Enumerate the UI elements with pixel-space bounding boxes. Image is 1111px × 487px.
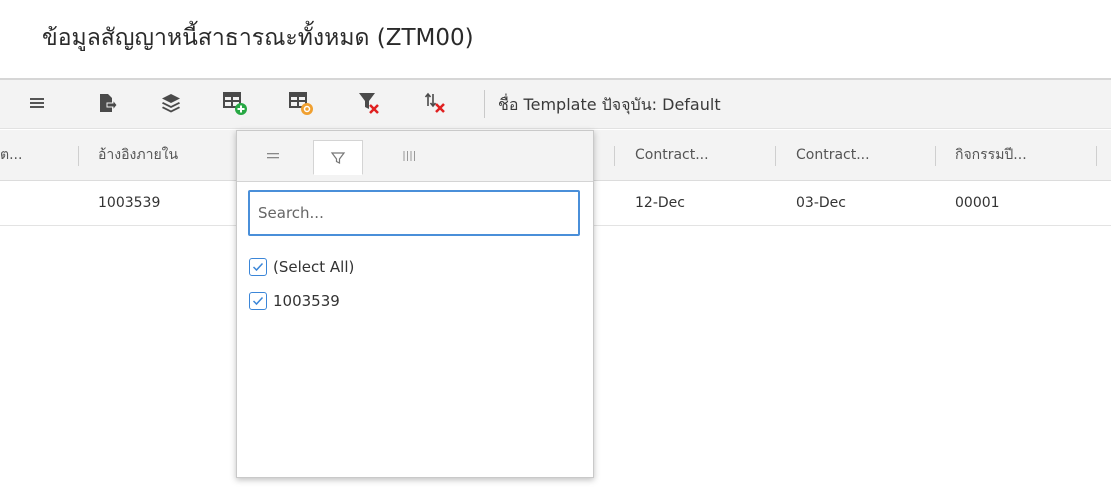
title-bar: ข้อมูลสัญญาหนี้สาธารณะทั้งหมด (ZTM00)	[0, 0, 1111, 72]
table-cell: 12-Dec	[635, 195, 685, 211]
column-separator[interactable]	[1096, 146, 1097, 166]
column-header-label: อ้างอิงภายใน	[98, 147, 179, 163]
columns-icon	[403, 151, 415, 161]
page-title: ข้อมูลสัญญาหนี้สาธารณะทั้งหมด (ZTM00)	[42, 25, 474, 51]
tab-columns[interactable]	[385, 140, 433, 172]
column-header-label: กิจกรรมปี...	[955, 147, 1027, 163]
column-header-contract-1[interactable]: Contract...	[635, 130, 765, 180]
column-header-label: Contract...	[796, 147, 870, 163]
column-header-activity[interactable]: กิจกรรมปี...	[955, 130, 1085, 180]
table-settings-button[interactable]	[286, 88, 316, 118]
table-cell	[0, 181, 60, 225]
clear-filter-button[interactable]	[354, 88, 384, 118]
filter-option-select-all[interactable]: (Select All)	[249, 255, 354, 279]
clear-sort-icon	[424, 92, 445, 113]
checkbox-label: 1003539	[273, 292, 340, 310]
template-label: ชื่อ Template ปัจจุบัน: Default	[498, 95, 721, 114]
clear-sort-button[interactable]	[420, 88, 450, 118]
checkbox-label: (Select All)	[273, 258, 355, 276]
column-header-label: ต...	[0, 147, 23, 163]
column-separator[interactable]	[78, 146, 79, 166]
tab-filter[interactable]	[313, 140, 363, 175]
export-icon	[100, 94, 118, 112]
column-filter-popup: (Select All) 1003539	[236, 130, 594, 478]
table-cell: 1003539	[98, 195, 161, 211]
menu-button[interactable]	[22, 88, 52, 118]
menu-icon	[267, 153, 279, 159]
toolbar: ชื่อ Template ปัจจุบัน: Default	[0, 78, 1111, 129]
column-separator[interactable]	[775, 146, 776, 166]
layers-icon	[162, 94, 180, 113]
filter-option-value[interactable]: 1003539	[249, 289, 340, 313]
table-settings-icon	[289, 92, 313, 115]
filter-search-input[interactable]	[248, 190, 580, 236]
popup-tab-bar	[237, 131, 593, 182]
menu-icon	[30, 98, 44, 108]
toolbar-separator	[484, 90, 485, 118]
column-header-internal-ref[interactable]: อ้างอิงภายใน	[98, 130, 228, 180]
table-cell: 00001	[955, 195, 1000, 211]
checkmark-icon	[252, 262, 264, 272]
column-header-contract-2[interactable]: Contract...	[796, 130, 926, 180]
checkmark-icon	[252, 296, 264, 306]
column-header[interactable]: ต...	[0, 130, 60, 180]
add-table-icon	[223, 92, 247, 115]
export-button[interactable]	[92, 88, 122, 118]
filter-icon	[330, 151, 346, 164]
checkbox[interactable]	[249, 258, 267, 276]
tab-general[interactable]	[249, 140, 297, 172]
column-header-label: Contract...	[635, 147, 709, 163]
checkbox[interactable]	[249, 292, 267, 310]
layers-button[interactable]	[156, 88, 186, 118]
add-table-button[interactable]	[220, 88, 250, 118]
column-separator[interactable]	[935, 146, 936, 166]
column-separator[interactable]	[614, 146, 615, 166]
app-page: ข้อมูลสัญญาหนี้สาธารณะทั้งหมด (ZTM00) ชื…	[0, 0, 1111, 487]
table-cell: 03-Dec	[796, 195, 846, 211]
clear-filter-icon	[359, 93, 379, 114]
